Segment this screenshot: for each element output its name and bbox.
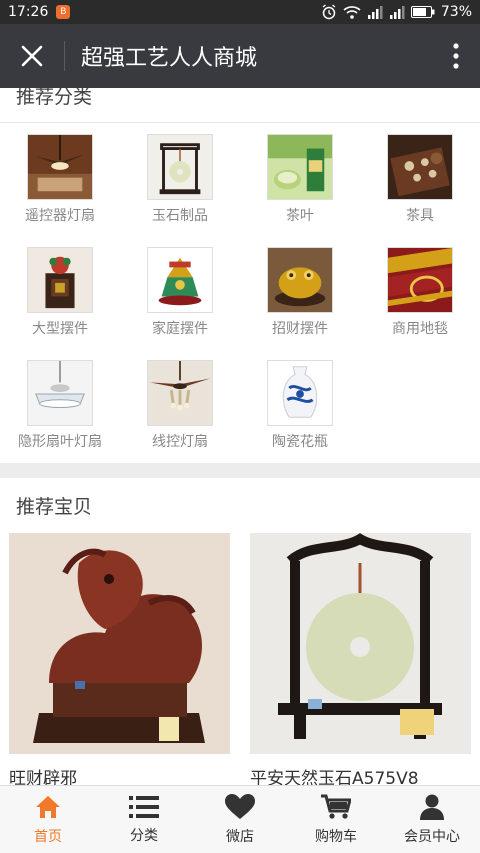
section-divider <box>0 122 480 123</box>
category-label: 茶叶 <box>286 208 314 224</box>
category-item[interactable]: 大型摆件 <box>0 247 120 360</box>
nav-store[interactable]: 微店 <box>192 786 288 853</box>
app-notification-icon: B <box>56 5 71 19</box>
category-item[interactable]: 家庭摆件 <box>120 247 240 360</box>
pixiu-statue-image <box>9 533 230 754</box>
close-button[interactable] <box>0 24 64 88</box>
category-label: 隐形扇叶灯扇 <box>18 434 102 450</box>
ceiling-fan-image <box>28 135 92 199</box>
product-name: 旺财辟邪 <box>9 769 77 785</box>
category-grid: 遥控器灯扇 玉石制品 茶叶 茶具 大型摆件 家庭摆件 招财摆件 商用地毯 隐形扇… <box>0 134 480 473</box>
categories-section-title: 推荐分类 <box>16 88 93 108</box>
category-thumbnail <box>27 247 93 313</box>
category-item[interactable]: 陶瓷花瓶 <box>240 360 360 473</box>
nav-label: 首页 <box>34 828 62 845</box>
user-icon <box>420 794 444 820</box>
status-icons: 73% <box>321 4 472 20</box>
status-time: 17:26 <box>8 4 49 20</box>
category-item[interactable]: 隐形扇叶灯扇 <box>0 360 120 473</box>
category-label: 招财摆件 <box>272 321 328 337</box>
tea-package-image <box>268 135 332 199</box>
category-item[interactable]: 茶具 <box>360 134 480 247</box>
cart-icon <box>321 794 351 819</box>
status-bar: 17:26 B 73% <box>0 0 480 24</box>
carpet-image <box>388 248 452 312</box>
category-label: 线控灯扇 <box>152 434 208 450</box>
category-label: 茶具 <box>406 208 434 224</box>
category-item[interactable]: 遥控器灯扇 <box>0 134 120 247</box>
battery-icon <box>410 6 435 18</box>
category-thumbnail <box>387 134 453 200</box>
nav-label: 分类 <box>130 827 158 844</box>
hidden-blade-fan-image <box>28 361 92 425</box>
content-area[interactable]: 推荐分类 遥控器灯扇 玉石制品 茶叶 茶具 大型摆件 家庭摆件 招财摆件 商用地… <box>0 88 480 785</box>
category-thumbnail <box>147 134 213 200</box>
nav-label: 微店 <box>226 828 254 845</box>
home-icon <box>36 795 60 818</box>
nav-home[interactable]: 首页 <box>0 786 96 853</box>
product-name: 平安天然玉石A575V8 <box>250 769 419 785</box>
tea-set-image <box>388 135 452 199</box>
nav-member[interactable]: 会员中心 <box>384 786 480 853</box>
more-vertical-icon <box>453 43 459 69</box>
section-separator <box>0 463 480 478</box>
product-image <box>250 533 471 754</box>
category-label: 陶瓷花瓶 <box>272 434 328 450</box>
category-thumbnail <box>27 134 93 200</box>
product-image <box>9 533 230 754</box>
category-label: 家庭摆件 <box>152 321 208 337</box>
category-item[interactable]: 线控灯扇 <box>120 360 240 473</box>
nav-label: 会员中心 <box>404 828 460 845</box>
alarm-icon <box>322 4 336 20</box>
title-bar: 超强工艺人人商城 <box>0 24 480 88</box>
porcelain-vase-image <box>268 361 332 425</box>
products-section-title: 推荐宝贝 <box>16 496 93 518</box>
nav-cart[interactable]: 购物车 <box>288 786 384 853</box>
category-thumbnail <box>267 247 333 313</box>
wifi-icon <box>343 6 361 19</box>
category-label: 大型摆件 <box>32 321 88 337</box>
product-card[interactable]: 平安天然玉石A575V8 <box>250 533 471 785</box>
category-item[interactable]: 玉石制品 <box>120 134 240 247</box>
bottom-nav: 首页 分类 微店 购物车 会员中心 <box>0 785 480 853</box>
category-label: 商用地毯 <box>392 321 448 337</box>
close-icon <box>21 45 43 67</box>
category-thumbnail <box>267 134 333 200</box>
list-icon <box>129 795 159 818</box>
more-menu-button[interactable] <box>432 24 480 88</box>
category-thumbnail <box>27 360 93 426</box>
signal-icon <box>367 6 383 19</box>
jade-stand-image <box>250 533 471 754</box>
large-ornament-image <box>28 248 92 312</box>
title-divider <box>64 41 65 71</box>
category-thumbnail <box>147 360 213 426</box>
category-thumbnail <box>387 247 453 313</box>
category-thumbnail <box>147 247 213 313</box>
category-item[interactable]: 招财摆件 <box>240 247 360 360</box>
signal-icon-2 <box>389 6 405 19</box>
nav-label: 购物车 <box>315 828 357 845</box>
jade-disc-image <box>148 135 212 199</box>
category-item[interactable]: 茶叶 <box>240 134 360 247</box>
heart-icon <box>225 793 255 819</box>
nav-category[interactable]: 分类 <box>96 786 192 853</box>
category-label: 遥控器灯扇 <box>25 208 95 224</box>
category-label: 玉石制品 <box>152 208 208 224</box>
wired-fan-image <box>148 361 212 425</box>
battery-percent: 73% <box>440 4 472 20</box>
category-thumbnail <box>267 360 333 426</box>
product-card[interactable]: 旺财辟邪 <box>9 533 230 785</box>
category-item[interactable]: 商用地毯 <box>360 247 480 360</box>
golden-toad-image <box>268 248 332 312</box>
page-title: 超强工艺人人商城 <box>81 46 258 71</box>
home-ornament-image <box>148 248 212 312</box>
